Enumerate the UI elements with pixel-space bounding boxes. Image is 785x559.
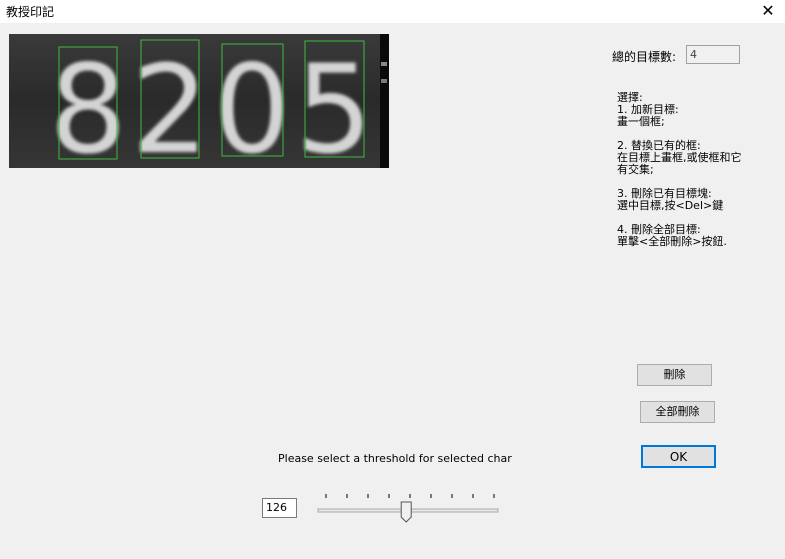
plate-digit: 5 bbox=[295, 39, 373, 168]
plate-digit: 0 bbox=[213, 39, 291, 168]
target-count-field: 4 bbox=[686, 45, 740, 64]
threshold-input[interactable]: 126 bbox=[262, 498, 297, 518]
target-count-label: 總的目標數: bbox=[612, 50, 677, 64]
delete-button[interactable]: 刪除 bbox=[637, 364, 712, 386]
slider-thumb[interactable] bbox=[400, 501, 412, 523]
instructions-text: 選擇: 1. 加新目標: 畫一個框; 2. 替換已有的框: 在目標上畫框,或使框… bbox=[617, 91, 742, 248]
threshold-prompt: Please select a threshold for selected c… bbox=[278, 452, 512, 465]
threshold-slider[interactable] bbox=[316, 488, 502, 524]
delete-all-button[interactable]: 全部刪除 bbox=[640, 401, 715, 423]
license-plate-image[interactable]: 8205 bbox=[9, 34, 389, 168]
ok-button[interactable]: OK bbox=[641, 445, 716, 468]
window-title: 教授印記 bbox=[6, 5, 55, 19]
title-bar: 教授印記 ✕ bbox=[0, 0, 785, 23]
plate-digit: 2 bbox=[131, 39, 209, 168]
plate-digit: 8 bbox=[49, 39, 127, 168]
close-icon[interactable]: ✕ bbox=[759, 1, 777, 21]
